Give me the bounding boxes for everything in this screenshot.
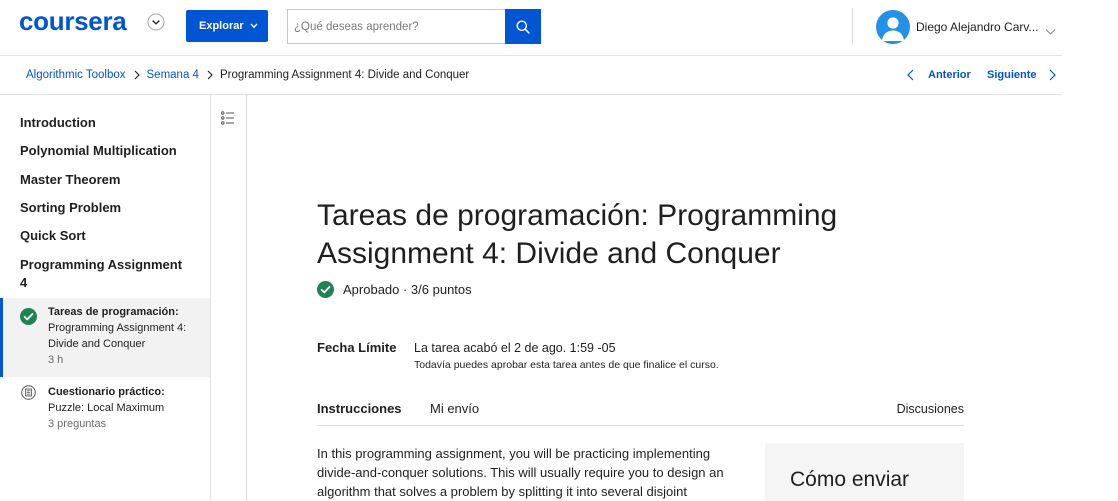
- previous-button[interactable]: Anterior: [907, 66, 971, 84]
- coursera-logo[interactable]: coursera: [19, 4, 127, 38]
- explore-label: Explorar: [199, 20, 244, 32]
- how-to-submit-title: Cómo enviar: [790, 468, 910, 491]
- sidebar-item-quick-sort[interactable]: Quick Sort: [20, 227, 86, 245]
- breadcrumb-course-link[interactable]: Algorithmic Toolbox: [26, 69, 126, 81]
- sidebar-item-sorting-problem[interactable]: Sorting Problem: [20, 199, 121, 217]
- next-label: Siguiente: [987, 69, 1037, 81]
- header-divider: [852, 8, 853, 45]
- search-button[interactable]: [505, 9, 541, 44]
- tab-instructions[interactable]: Instrucciones: [317, 400, 402, 418]
- instructions-text: In this programming assignment, you will…: [317, 446, 724, 499]
- check-circle-icon: [20, 308, 37, 325]
- lesson-type-label: Tareas de programación:: [48, 306, 179, 318]
- avatar[interactable]: [876, 10, 910, 44]
- header-divider-line: [0, 55, 1062, 56]
- chevron-down-icon: [250, 23, 258, 29]
- check-circle-icon: [317, 281, 334, 298]
- outline-column: [211, 95, 247, 501]
- next-button[interactable]: Siguiente: [987, 66, 1056, 84]
- person-icon: [876, 10, 910, 44]
- lesson-type-label: Cuestionario práctico:: [48, 386, 165, 398]
- due-date-value: La tarea acabó el 2 de ago. 1:59 -05: [414, 341, 616, 355]
- sidebar-item-programming-assignment[interactable]: Programming Assignment 4: [20, 256, 188, 292]
- grade-status: Aprobado · 3/6 puntos: [343, 282, 472, 297]
- breadcrumb: Algorithmic Toolbox Semana 4 Programming…: [26, 66, 469, 84]
- lesson-title: Puzzle: Local Maximum: [48, 402, 165, 414]
- quiz-icon: [21, 385, 36, 400]
- page-title: Tareas de programación: Programming Assi…: [317, 199, 838, 270]
- chevron-right-icon: [1049, 69, 1056, 81]
- chevron-right-icon: [207, 70, 213, 80]
- breadcrumb-week-link[interactable]: Semana 4: [147, 69, 199, 81]
- tab-divider: [317, 425, 964, 426]
- course-sidebar: Introduction Polynomial Multiplication M…: [0, 95, 211, 501]
- lesson-duration: 3 h: [48, 354, 64, 366]
- sidebar-item-master-theorem[interactable]: Master Theorem: [20, 171, 120, 189]
- sidebar-lesson-quiz[interactable]: Cuestionario práctico: Puzzle: Local Max…: [0, 377, 210, 437]
- sidebar-lesson-assignment[interactable]: Tareas de programación: Programming Assi…: [0, 298, 210, 377]
- search-icon: [516, 20, 530, 34]
- user-name[interactable]: Diego Alejandro Carv...: [916, 19, 1039, 35]
- how-to-submit-panel: Cómo enviar: [765, 443, 964, 501]
- due-date-note: Todavía puedes aprobar esta tarea antes …: [414, 359, 719, 371]
- list-icon[interactable]: [221, 111, 235, 125]
- previous-label: Anterior: [928, 69, 971, 81]
- explore-button[interactable]: Explorar: [186, 10, 268, 42]
- chevron-left-icon: [907, 69, 914, 81]
- lesson-title: Programming Assignment 4: Divide and Con…: [48, 322, 187, 350]
- search-input[interactable]: [287, 9, 505, 44]
- lesson-question-count: 3 preguntas: [48, 418, 107, 430]
- breadcrumb-current-item: Programming Assignment 4: Divide and Con…: [219, 69, 470, 81]
- discussions-link[interactable]: Discusiones: [897, 400, 964, 418]
- due-date-label: Fecha Límite: [317, 340, 397, 355]
- chevron-down-icon[interactable]: [1045, 23, 1056, 35]
- chevron-right-icon: [134, 70, 140, 80]
- chevron-down-icon[interactable]: [147, 13, 165, 31]
- tab-my-submission[interactable]: Mi envío: [430, 400, 479, 418]
- sidebar-item-introduction[interactable]: Introduction: [20, 114, 96, 132]
- sidebar-item-polynomial-multiplication[interactable]: Polynomial Multiplication: [20, 142, 177, 160]
